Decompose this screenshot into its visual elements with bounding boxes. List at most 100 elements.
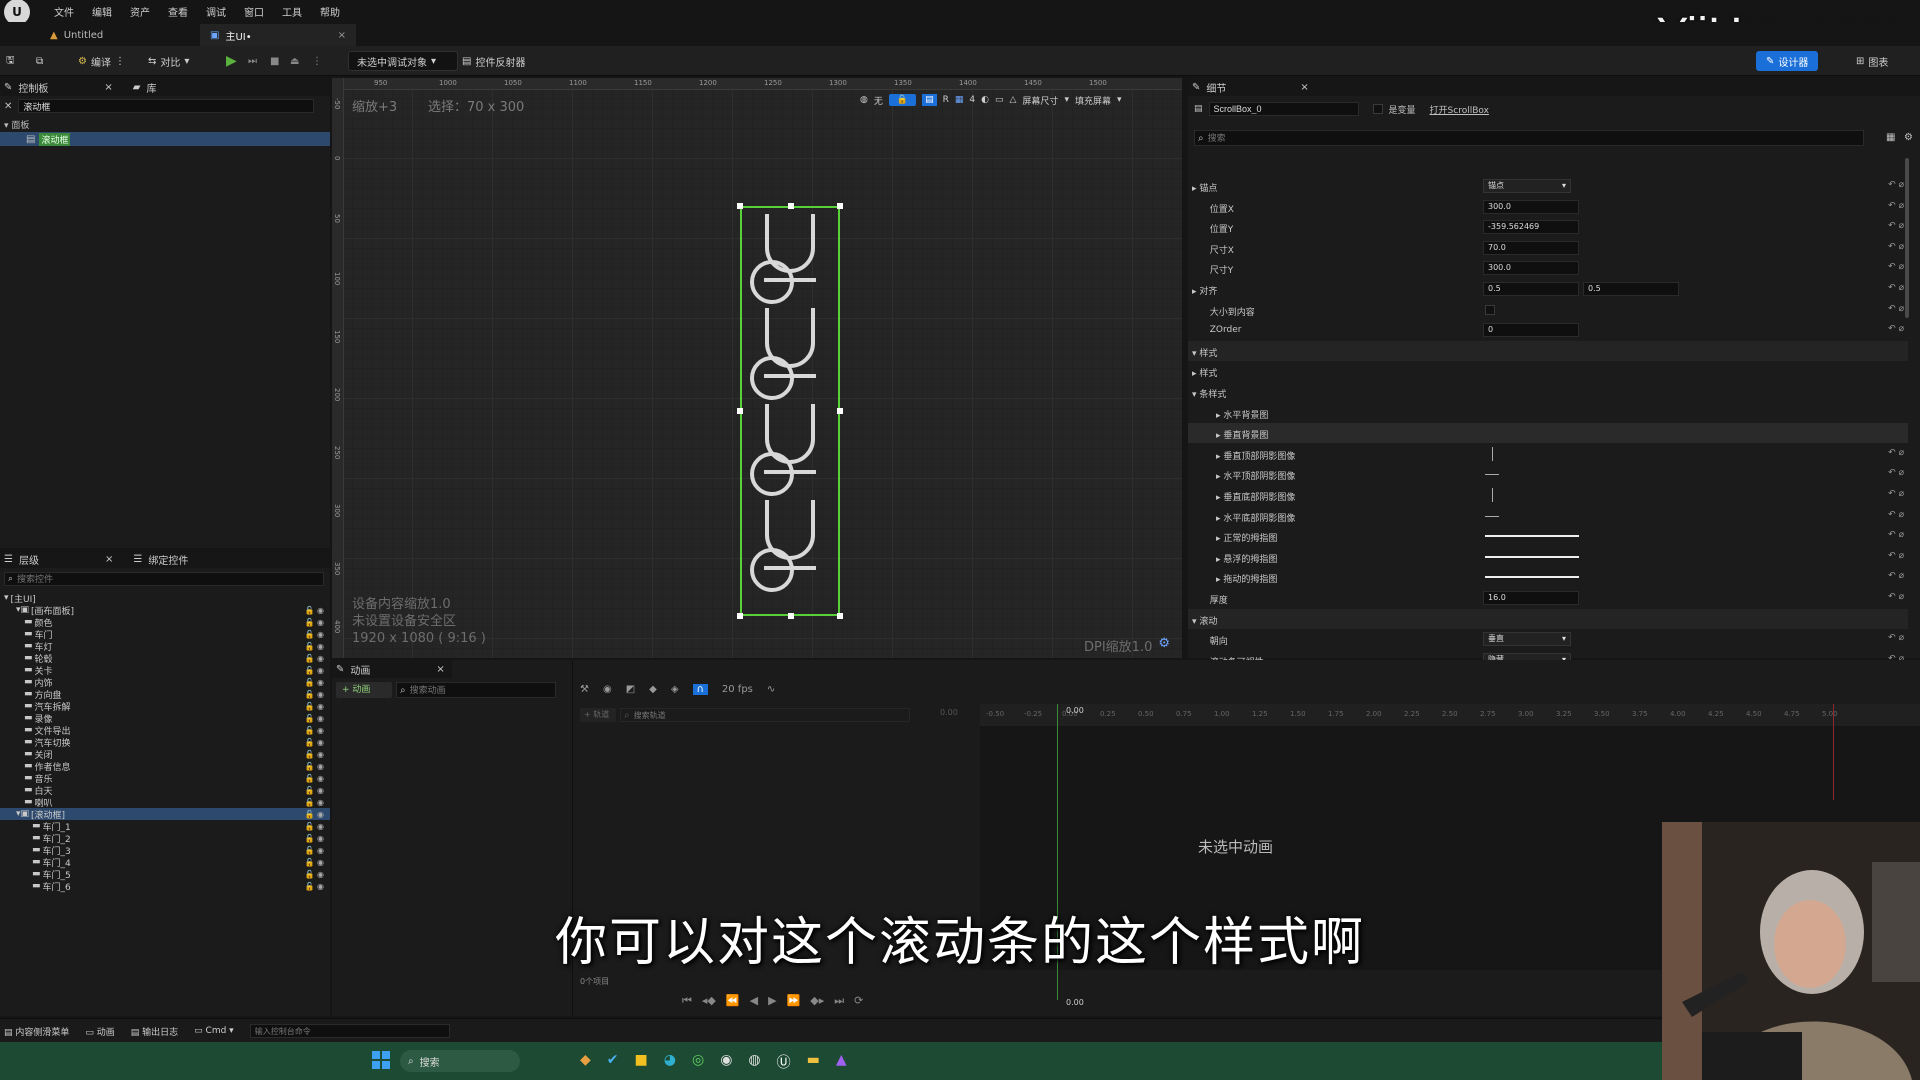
close-icon[interactable]: × (436, 664, 444, 675)
property-row[interactable]: ▸ 垂直背景图 (1188, 423, 1908, 444)
clear-search-icon[interactable]: ✕ (4, 101, 12, 112)
visibility-icon[interactable]: 🔓 ◉ (305, 870, 324, 879)
tree-item[interactable]: ▬ 颜色 🔓 ◉ (0, 616, 330, 629)
browse-icon[interactable]: ⧉ (36, 51, 43, 71)
menu-help[interactable]: 帮助 (320, 4, 340, 19)
visibility-icon[interactable]: 🔓 ◉ (305, 690, 324, 699)
property-row[interactable]: 朝向 垂直 ▾ ↶ ⌀ (1188, 629, 1908, 649)
property-row[interactable]: ▸ 水平顶部阴影图像 ↶ ⌀ (1188, 464, 1908, 484)
step-icon[interactable]: ⏭ (248, 51, 257, 71)
globe-icon[interactable]: ◍ (860, 95, 868, 105)
reverse-icon[interactable]: ◀ (750, 994, 758, 1008)
menu-window[interactable]: 窗口 (244, 4, 264, 19)
current-time-field[interactable]: 0.00 (940, 708, 958, 717)
save-icon[interactable]: 🖫 (6, 51, 15, 71)
property-row[interactable]: 尺寸Y 300.0 ↶ ⌀ (1188, 258, 1908, 278)
tree-item[interactable]: ▬ 车灯 🔓 ◉ (0, 640, 330, 653)
fps-dropdown[interactable]: 20 fps (722, 684, 753, 695)
tree-item[interactable]: ▬ 车门_6 🔓 ◉ (0, 880, 330, 893)
play-options-icon[interactable]: ⋮ (312, 51, 322, 71)
resize-handle[interactable] (788, 613, 794, 619)
tree-item[interactable]: ▬ 文件导出 🔓 ◉ (0, 724, 330, 737)
visibility-icon[interactable]: 🔓 ◉ (305, 738, 324, 747)
property-row[interactable]: ▸ 水平背景图 (1188, 403, 1908, 423)
grid-snap-icon[interactable]: ▦ (955, 95, 964, 105)
reset-icon[interactable]: ↶ ⌀ (1888, 468, 1904, 478)
property-row[interactable]: ▸ 样式 (1188, 361, 1908, 381)
palette-item-scrollbox[interactable]: ▤ 滚动框 (0, 132, 330, 146)
close-icon[interactable]: × (105, 554, 113, 565)
menu-tools[interactable]: 工具 (282, 4, 302, 19)
property-row[interactable]: 厚度 16.0 ↶ ⌀ (1188, 588, 1908, 608)
playhead-end-marker[interactable] (1833, 704, 1834, 800)
menu-edit[interactable]: 编辑 (92, 4, 112, 19)
property-dropdown[interactable]: 锚点 ▾ (1483, 179, 1571, 193)
property-value-input[interactable]: 0.5 (1583, 282, 1679, 296)
property-row[interactable]: ▾ 滚动 (1188, 608, 1908, 629)
keyframe-icon[interactable]: ◈ (671, 684, 679, 695)
tree-item[interactable]: ▬ 车门_3 🔓 ◉ (0, 844, 330, 857)
widgets-icon[interactable]: ◆ (580, 1052, 591, 1072)
jump-start-icon[interactable]: ⏮ (682, 994, 692, 1008)
visibility-icon[interactable]: 🔓 ◉ (305, 834, 324, 843)
resize-handle[interactable] (788, 203, 794, 209)
property-value-input[interactable]: 300.0 (1483, 261, 1579, 276)
tree-item[interactable]: ▬ 音乐 🔓 ◉ (0, 772, 330, 785)
app-icon[interactable]: ◉ (720, 1052, 732, 1072)
reset-icon[interactable]: ↶ ⌀ (1888, 510, 1904, 520)
palette-category[interactable]: ▾ 面板 (0, 118, 330, 131)
tree-item[interactable]: ▬ 车门_1 🔓 ◉ (0, 820, 330, 833)
jump-end-icon[interactable]: ⏭ (834, 994, 844, 1008)
graph-mode-button[interactable]: ⊞ 图表 (1856, 51, 1888, 71)
menu-view[interactable]: 查看 (168, 4, 188, 19)
reset-icon[interactable]: ↶ ⌀ (1888, 304, 1904, 314)
key-icon[interactable]: ◆ (649, 684, 657, 695)
grid-size-label[interactable]: 4 (969, 95, 975, 105)
search-animation-input[interactable] (409, 685, 540, 695)
search-track[interactable]: ⌕ (620, 708, 910, 722)
output-log-button[interactable]: ▤ 输出日志 (131, 1025, 178, 1038)
reset-icon[interactable]: ↶ ⌀ (1888, 448, 1904, 458)
property-row[interactable]: ▸ 垂直底部阴影图像 ↶ ⌀ (1188, 485, 1908, 505)
property-value-input[interactable]: 300.0 (1483, 199, 1579, 214)
tab-hierarchy[interactable]: 层级 (19, 552, 99, 567)
timeline-ruler[interactable]: -0.50 -0.25 0.00 0.25 0.50 0.75 1.00 1.25 1.50 1.… (980, 704, 1920, 726)
eject-icon[interactable]: ⏏ (290, 51, 299, 71)
property-row[interactable]: ZOrder 0 ↶ ⌀ (1188, 320, 1908, 340)
open-scrollbox-link[interactable]: 打开ScrollBox (1430, 103, 1489, 116)
curve-icon[interactable]: ∿ (767, 684, 775, 695)
windows-start-icon[interactable] (372, 1051, 390, 1069)
eye-icon[interactable]: ◉ (603, 684, 612, 695)
diff-button[interactable]: ⇆ 对比 ▾ (148, 51, 189, 71)
property-row[interactable]: ▸ 对齐 0.5 0.5 ↶ ⌀ (1188, 279, 1908, 299)
close-tab-icon[interactable]: × (338, 30, 346, 41)
tree-item[interactable]: ▬ 内饰 🔓 ◉ (0, 676, 330, 689)
menu-file[interactable]: 文件 (54, 4, 74, 19)
property-row[interactable]: 大小到内容 ↶ ⌀ (1188, 300, 1908, 320)
tree-item[interactable]: ▬ 车门_2 🔓 ◉ (0, 832, 330, 845)
details-search-input[interactable] (1207, 133, 1808, 143)
visibility-icon[interactable]: 🔓 ◉ (305, 774, 324, 783)
respect-locks-icon[interactable]: ▤ (922, 94, 937, 106)
add-track-button[interactable]: + 轨道 (580, 708, 616, 722)
tree-root[interactable]: ▾ [主UI] (0, 592, 330, 605)
play-icon[interactable]: ▶ (768, 994, 776, 1008)
tree-item[interactable]: ▬ 作者信息 🔓 ◉ (0, 760, 330, 773)
hierarchy-search[interactable]: ⌕ (4, 572, 324, 586)
warning-icon[interactable]: △ (1010, 95, 1017, 105)
visibility-icon[interactable]: 🔓 ◉ (305, 846, 324, 855)
app-icon[interactable]: ◍ (748, 1052, 760, 1072)
visibility-icon[interactable]: 🔓 ◉ (305, 762, 324, 771)
tree-item[interactable]: ▬ 轮毂 🔓 ◉ (0, 652, 330, 665)
tree-item[interactable]: ▾▣ [画布面板] 🔓 ◉ (0, 604, 330, 617)
property-row[interactable]: 尺寸X 70.0 ↶ ⌀ (1188, 238, 1908, 258)
add-animation-button[interactable]: + 动画 (336, 682, 392, 698)
reset-icon[interactable]: ↶ ⌀ (1888, 283, 1904, 293)
tree-item[interactable]: ▬ 汽车拆解 🔓 ◉ (0, 700, 330, 713)
visibility-icon[interactable]: 🔓 ◉ (305, 618, 324, 627)
play-icon[interactable]: ▶ (226, 51, 237, 71)
step-forward-icon[interactable]: ⏩ (787, 994, 801, 1008)
edge-icon[interactable]: ◕ (664, 1052, 676, 1072)
visibility-icon[interactable]: 🔓 ◉ (305, 750, 324, 759)
content-drawer-button[interactable]: ▤ 内容侧滑菜单 (4, 1025, 69, 1038)
